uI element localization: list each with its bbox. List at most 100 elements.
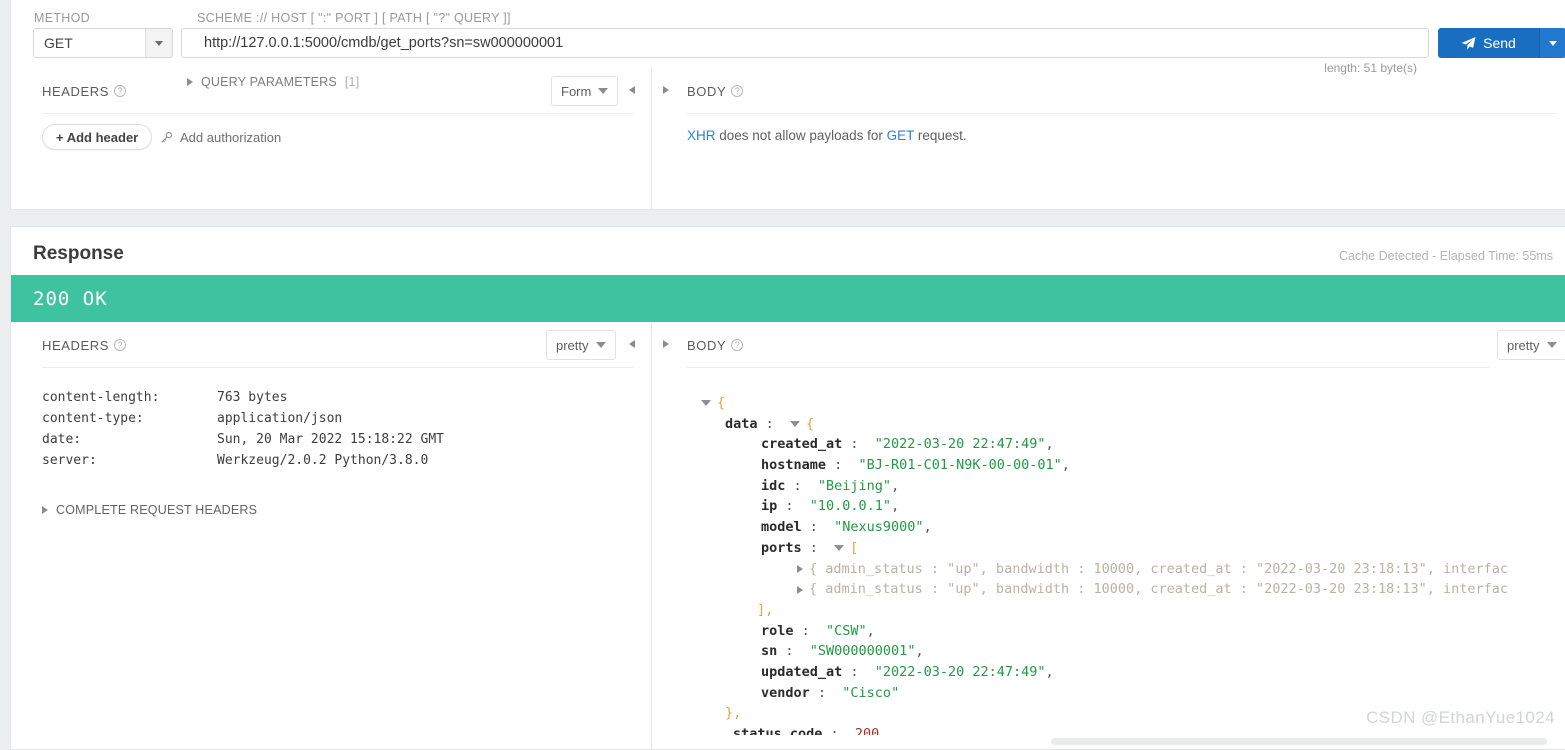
json-value: "CSW": [826, 621, 867, 642]
help-icon[interactable]: ?: [731, 339, 743, 351]
help-icon[interactable]: ?: [114, 339, 126, 351]
add-authorization-button[interactable]: Add authorization: [160, 130, 281, 145]
request-body-rule: [687, 113, 1555, 114]
json-value: "Beijing": [818, 476, 891, 497]
json-comma: ,: [924, 517, 932, 538]
status-text: 200 OK: [33, 288, 108, 310]
json-value: "10.0.0.1": [810, 496, 891, 517]
request-headers-title-text: HEADERS: [42, 84, 109, 99]
json-key: hostname: [761, 455, 826, 476]
chevron-right-icon: [42, 506, 48, 514]
twisty-open-icon[interactable]: [834, 545, 844, 551]
json-key: sn: [761, 641, 777, 662]
response-body-rule: [687, 367, 1489, 368]
request-pane-divider: [651, 68, 652, 210]
get-link[interactable]: GET: [887, 128, 915, 143]
json-row: hostname : "BJ-R01-C01-N9K-00-00-01" ,: [701, 455, 1565, 476]
json-row: role : "CSW" ,: [701, 621, 1565, 642]
url-input[interactable]: http://127.0.0.1:5000/cmdb/get_ports?sn=…: [181, 28, 1429, 58]
body-horizontal-scrollbar[interactable]: [1051, 738, 1547, 745]
json-key: updated_at: [761, 662, 842, 683]
json-value: "2022-03-20 22:47:49": [875, 434, 1046, 455]
header-value: application/json: [217, 408, 342, 429]
request-card: METHOD SCHEME :// HOST [ ":" PORT ] [ PA…: [10, 0, 1565, 210]
help-icon[interactable]: ?: [731, 85, 743, 97]
send-button-main[interactable]: Send: [1438, 28, 1539, 58]
json-row: ports : [: [701, 538, 1565, 559]
json-row: {: [701, 393, 1565, 414]
twisty-closed-icon[interactable]: [797, 565, 803, 573]
request-panes: HEADERS ? Form + Add header Add authoriz…: [11, 68, 1565, 210]
json-data-close: },: [725, 703, 741, 724]
json-key: idc: [761, 476, 785, 497]
method-caret-icon[interactable]: [145, 29, 172, 57]
json-value-status-code: 200: [855, 724, 879, 735]
request-headers-format-select[interactable]: Form: [551, 76, 618, 106]
header-key: content-length:: [42, 387, 217, 408]
header-key: server:: [42, 450, 217, 471]
request-body-title-text: BODY: [687, 84, 726, 99]
json-comma: ,: [915, 641, 923, 662]
method-label: METHOD: [34, 11, 90, 25]
send-options-caret-icon[interactable]: [1539, 28, 1565, 58]
complete-request-headers-label: COMPLETE REQUEST HEADERS: [56, 503, 257, 517]
json-row: ],: [701, 600, 1565, 621]
request-top-row: METHOD SCHEME :// HOST [ ":" PORT ] [ PA…: [11, 0, 1565, 68]
response-pane-divider: [651, 322, 652, 749]
collapse-left-icon[interactable]: [629, 86, 635, 94]
key-icon: [160, 131, 173, 144]
xhr-link[interactable]: XHR: [687, 128, 716, 143]
json-key-ports: ports: [761, 538, 802, 559]
json-viewer: { data : { created_at : "2022-03-20 22:4…: [701, 393, 1565, 735]
response-body-format-select[interactable]: pretty: [1497, 330, 1565, 360]
twisty-open-icon[interactable]: [790, 421, 800, 427]
json-collapsed-object[interactable]: { admin_status : "up", bandwidth : 10000…: [809, 579, 1508, 600]
response-headers-format-select[interactable]: pretty: [546, 330, 616, 360]
json-root-brace: {: [717, 393, 725, 414]
expand-right-icon[interactable]: [663, 86, 669, 94]
json-data-brace: {: [806, 414, 814, 435]
json-comma: ,: [867, 621, 875, 642]
twisty-open-icon[interactable]: [701, 400, 711, 406]
json-comma: ,: [1045, 434, 1053, 455]
request-body-title: BODY ?: [687, 68, 743, 114]
request-body-note: XHR does not allow payloads for GET requ…: [687, 128, 967, 143]
watermark: CSDN @EthanYue1024: [1366, 708, 1555, 728]
send-button[interactable]: Send: [1438, 28, 1565, 58]
json-collapsed-object[interactable]: { admin_status : "up", bandwidth : 10000…: [809, 559, 1508, 580]
json-key: created_at: [761, 434, 842, 455]
response-headers-title-text: HEADERS: [42, 338, 109, 353]
help-icon[interactable]: ?: [114, 85, 126, 97]
json-comma: ,: [1045, 662, 1053, 683]
request-headers-rule: [42, 113, 633, 114]
json-comma: ,: [1062, 455, 1070, 476]
json-row: idc : "Beijing" ,: [701, 476, 1565, 497]
response-headers-format-value: pretty: [556, 338, 589, 353]
send-button-label: Send: [1483, 35, 1516, 51]
twisty-closed-icon[interactable]: [797, 586, 803, 594]
json-comma: ,: [891, 496, 899, 517]
header-value: 763 bytes: [217, 387, 287, 408]
json-row: updated_at : "2022-03-20 22:47:49" ,: [701, 662, 1565, 683]
response-headers-title: HEADERS ?: [42, 322, 126, 368]
table-row: server: Werkzeug/2.0.2 Python/3.8.0: [42, 450, 444, 471]
add-header-button[interactable]: + Add header: [42, 124, 152, 150]
response-title: Response: [33, 243, 124, 265]
json-value: "SW000000001": [810, 641, 916, 662]
json-row: ip : "10.0.0.1" ,: [701, 496, 1565, 517]
method-value: GET: [34, 29, 145, 57]
complete-request-headers-toggle[interactable]: COMPLETE REQUEST HEADERS: [42, 503, 257, 517]
chevron-down-icon: [1547, 342, 1557, 348]
request-headers-title: HEADERS ?: [42, 68, 126, 114]
request-body-note-middle: does not allow payloads for: [716, 128, 887, 143]
response-headers-rule: [42, 367, 633, 368]
method-select[interactable]: GET: [33, 28, 173, 58]
header-key: content-type:: [42, 408, 217, 429]
json-value: "Cisco": [842, 683, 899, 704]
collapse-left-icon[interactable]: [629, 340, 635, 348]
chevron-down-icon: [596, 342, 606, 348]
expand-right-icon[interactable]: [663, 340, 669, 348]
response-body-title-text: BODY: [687, 338, 726, 353]
table-row: content-type: application/json: [42, 408, 444, 429]
json-row: { admin_status : "up", bandwidth : 10000…: [701, 579, 1565, 600]
